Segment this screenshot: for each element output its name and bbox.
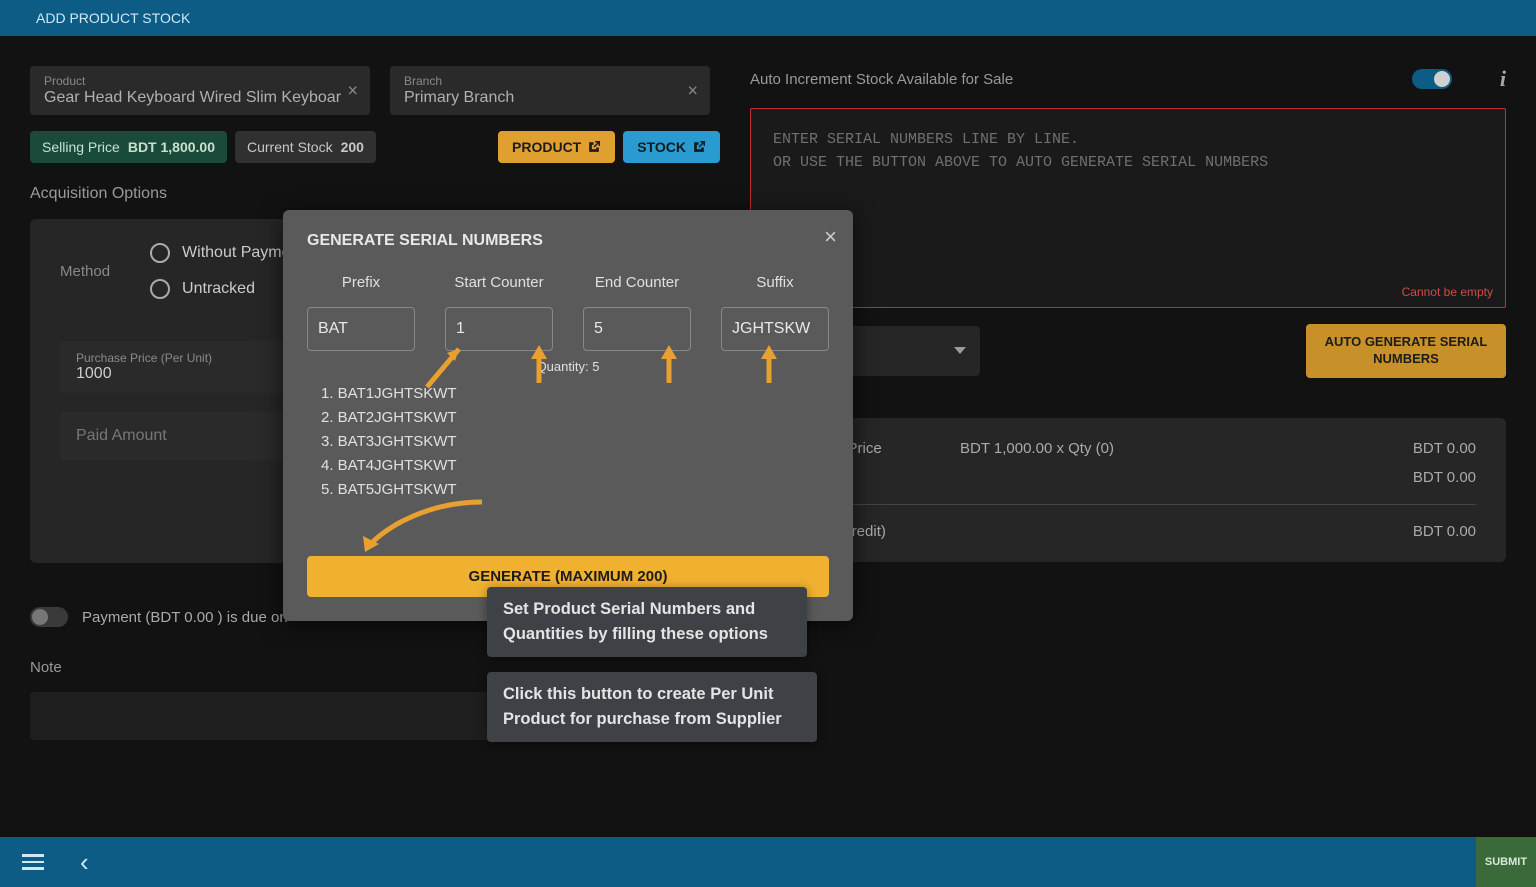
summary-due-value: BDT 0.00 — [1316, 523, 1476, 540]
info-icon[interactable]: i — [1500, 66, 1506, 92]
branch-clear-icon[interactable]: × — [687, 80, 698, 101]
summary-calc: BDT 1,000.00 x Qty (0) — [960, 440, 1316, 457]
method-untracked-label: Untracked — [182, 280, 255, 298]
callout-fill-options: Set Product Serial Numbers and Quantitie… — [487, 587, 807, 657]
serial-list-item: 1. BAT1JGHTSKWT — [321, 382, 829, 406]
serial-list-item: 2. BAT2JGHTSKWT — [321, 406, 829, 430]
selling-price-chip: Selling Price BDT 1,800.00 — [30, 131, 227, 163]
current-stock-chip: Current Stock 200 — [235, 131, 376, 163]
prefix-input[interactable] — [307, 307, 415, 351]
serial-numbers-input[interactable]: ENTER SERIAL NUMBERS LINE BY LINE. OR US… — [750, 108, 1506, 308]
branch-field[interactable]: Branch Primary Branch × — [390, 66, 710, 115]
product-clear-icon[interactable]: × — [347, 80, 358, 101]
generate-serial-modal: GENERATE SERIAL NUMBERS × Prefix Start C… — [283, 210, 853, 621]
current-stock-value: 200 — [341, 139, 364, 155]
serial-error-text: Cannot be empty — [1402, 283, 1493, 301]
selling-price-label: Selling Price — [42, 139, 120, 155]
serial-list-item: 5. BAT5JGHTSKWT — [321, 478, 829, 502]
product-link-button[interactable]: PRODUCT — [498, 131, 615, 163]
payment-due-text: Payment (BDT 0.00 ) is due on — [82, 609, 288, 626]
product-link-label: PRODUCT — [512, 139, 581, 155]
product-value: Gear Head Keyboard Wired Slim Keyboar — [44, 89, 356, 107]
back-icon[interactable]: ‹ — [80, 847, 89, 878]
branch-value: Primary Branch — [404, 89, 696, 107]
serial-placeholder-1: ENTER SERIAL NUMBERS LINE BY LINE. — [773, 129, 1483, 152]
external-link-icon — [692, 140, 706, 154]
summary-due-label: Due (On Credit) — [780, 523, 1316, 540]
start-counter-label: Start Counter — [454, 274, 543, 291]
auto-increment-text: Auto Increment Stock Available for Sale — [750, 71, 1394, 88]
submit-button[interactable]: SUBMIT — [1476, 837, 1536, 887]
suffix-label: Suffix — [756, 274, 793, 291]
bottom-bar: ‹ — [0, 837, 1476, 887]
external-link-icon — [587, 140, 601, 154]
quantity-line: Quantity: 5 — [307, 359, 829, 374]
stock-link-button[interactable]: STOCK — [623, 131, 720, 163]
end-counter-label: End Counter — [595, 274, 679, 291]
modal-title: GENERATE SERIAL NUMBERS — [307, 232, 829, 250]
page-title: ADD PRODUCT STOCK — [36, 10, 190, 26]
end-counter-input[interactable] — [583, 307, 691, 351]
page-header: ADD PRODUCT STOCK — [0, 0, 1536, 36]
menu-icon[interactable] — [22, 854, 44, 870]
auto-generate-serial-button[interactable]: AUTO GENERATE SERIAL NUMBERS — [1306, 324, 1506, 378]
method-without-payment[interactable]: Without Payment — [150, 243, 304, 263]
start-counter-input[interactable] — [445, 307, 553, 351]
chevron-down-icon — [954, 347, 966, 354]
product-field[interactable]: Product Gear Head Keyboard Wired Slim Ke… — [30, 66, 370, 115]
price-summary-card: Purchase Price BDT 1,000.00 x Qty (0) BD… — [750, 418, 1506, 562]
acquisition-options-title: Acquisition Options — [30, 185, 720, 203]
arrow-icon — [347, 494, 487, 554]
auto-increment-toggle[interactable] — [1412, 69, 1452, 89]
radio-icon — [150, 243, 170, 263]
serial-list-item: 3. BAT3JGHTSKWT — [321, 430, 829, 454]
current-stock-label: Current Stock — [247, 139, 333, 155]
product-label: Product — [44, 74, 356, 88]
method-label: Method — [60, 243, 110, 280]
serial-placeholder-2: OR USE THE BUTTON ABOVE TO AUTO GENERATE… — [773, 152, 1483, 175]
branch-label: Branch — [404, 74, 696, 88]
radio-icon — [150, 279, 170, 299]
generate-button-label: GENERATE (MAXIMUM 200) — [469, 568, 668, 585]
generated-serial-list: 1. BAT1JGHTSKWT 2. BAT2JGHTSKWT 3. BAT3J… — [307, 382, 829, 502]
auto-generate-label: AUTO GENERATE SERIAL NUMBERS — [1325, 334, 1488, 366]
payment-due-toggle[interactable] — [30, 607, 68, 627]
submit-label: SUBMIT — [1485, 856, 1527, 868]
prefix-label: Prefix — [342, 274, 380, 291]
stock-link-label: STOCK — [637, 139, 686, 155]
suffix-input[interactable] — [721, 307, 829, 351]
method-untracked[interactable]: Untracked — [150, 279, 304, 299]
summary-total: BDT 0.00 — [1316, 440, 1476, 457]
modal-close-icon[interactable]: × — [824, 224, 837, 250]
callout-click-generate: Click this button to create Per Unit Pro… — [487, 672, 817, 742]
summary-subtotal: BDT 0.00 — [1316, 469, 1476, 486]
serial-list-item: 4. BAT4JGHTSKWT — [321, 454, 829, 478]
selling-price-value: BDT 1,800.00 — [128, 139, 215, 155]
